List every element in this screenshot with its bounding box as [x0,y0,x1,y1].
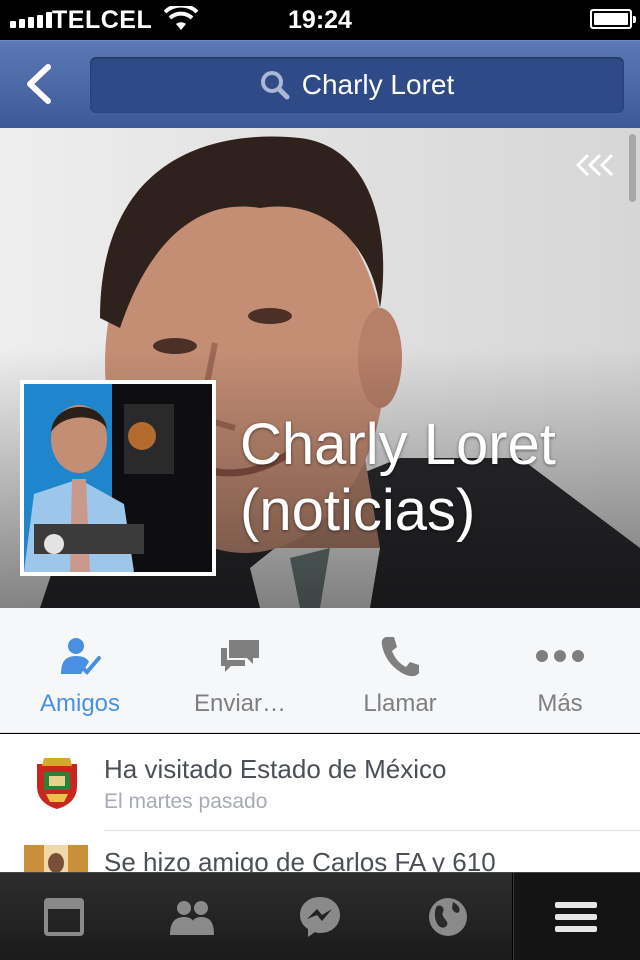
list-item[interactable]: Ha visitado Estado de México El martes p… [0,734,640,831]
feed-subtitle: El martes pasado [104,790,268,813]
profile-photo-image [24,384,212,572]
list-item[interactable]: Se hizo amigo de Carlos FA y 610 [0,831,640,872]
message-label: Enviar… [193,690,287,717]
tab-more-menu[interactable] [512,873,640,960]
phone-icon [381,637,419,677]
news-feed-icon [44,898,84,936]
friend-photo-thumbnail [24,845,88,872]
friend-check-icon [61,638,101,675]
hamburger-menu-icon [555,902,597,932]
more-dots-icon [536,650,584,662]
friends-button[interactable]: Amigos [0,608,160,732]
tab-bar [0,872,640,960]
search-icon [260,71,290,100]
navigation-bar: Charly Loret [0,40,640,128]
back-button[interactable] [18,61,62,107]
clock: 19:24 [288,6,352,34]
message-bubbles-icon [221,640,259,672]
status-bar: TELCEL 19:24 [0,0,640,40]
battery-icon [590,9,636,29]
tab-notifications[interactable] [384,873,512,960]
coat-of-arms-icon [37,758,77,809]
message-button[interactable]: Enviar… [160,608,320,732]
feed-title: Ha visitado Estado de México [104,754,447,784]
globe-icon [429,898,467,936]
chevron-left-icon [27,64,51,104]
people-icon [170,901,214,935]
profile-name-line2: (noticias) [240,478,476,543]
triple-chevron-left-icon[interactable] [574,152,618,178]
scrollbar[interactable] [629,134,636,202]
profile-actions: Amigos Enviar… Llamar Más [0,608,640,733]
feed-title: Se hizo amigo de Carlos FA y 610 [104,847,496,872]
profile-name-line1: Charly Loret [240,412,556,477]
cover-photo[interactable]: Charly Loret (noticias) [0,128,640,608]
activity-feed: Ha visitado Estado de México El martes p… [0,734,640,872]
friends-label: Amigos [39,690,121,717]
search-bar[interactable]: Charly Loret [90,57,624,113]
search-text: Charly Loret [301,69,455,100]
more-label: Más [537,690,583,717]
more-button[interactable]: Más [480,608,640,732]
profile-picture[interactable] [20,380,216,576]
tab-news-feed[interactable] [0,873,128,960]
tab-messages[interactable] [256,873,384,960]
call-label: Llamar [363,690,437,717]
messenger-icon [300,897,340,937]
profile-name: Charly Loret (noticias) [240,412,620,544]
call-button[interactable]: Llamar [320,608,480,732]
tab-friend-requests[interactable] [128,873,256,960]
